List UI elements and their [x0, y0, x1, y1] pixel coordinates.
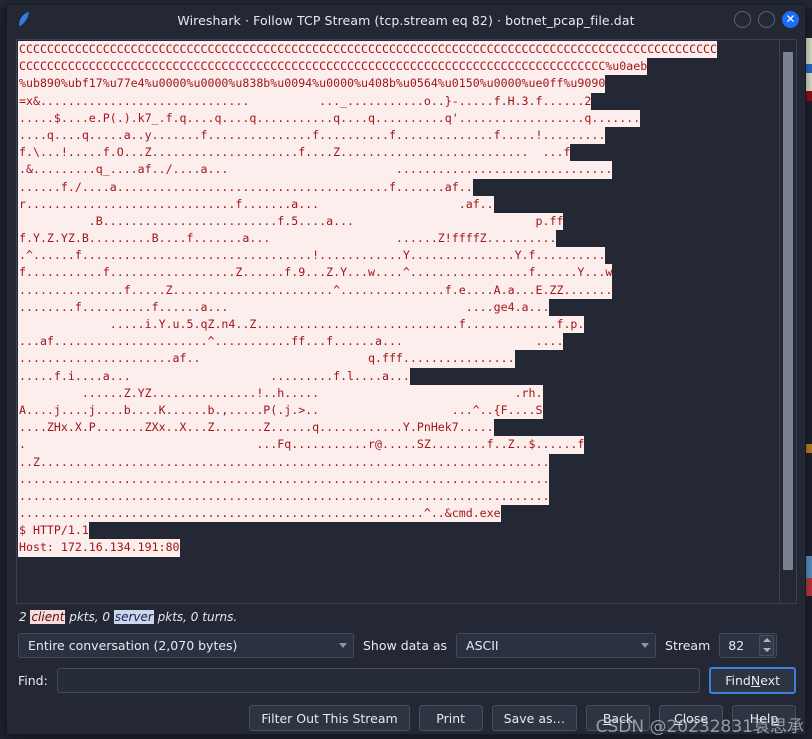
stream-line: ......f./....a..........................…	[18, 178, 473, 196]
scrollbar-thumb[interactable]	[783, 52, 793, 570]
back-accel: B	[602, 710, 612, 726]
close-accel: C	[673, 710, 683, 726]
show-data-as-select[interactable]: ASCII	[456, 632, 657, 658]
conversation-select-value: Entire conversation (2,070 bytes)	[28, 637, 238, 653]
save-as-button[interactable]: Save as…	[491, 705, 577, 731]
stream-line: %ub890%ubf17%u77e4%u0000%u0000%u838b%u00…	[18, 75, 606, 93]
stream-text-area[interactable]: CCCCCCCCCCCCCCCCCCCCCCCCCCCCCCCCCCCCCCCC…	[17, 40, 779, 603]
stream-line: . ...Fq...........r@.....SZ........f..Z.…	[18, 436, 585, 454]
stream-line: .^......f...............................…	[18, 247, 606, 265]
stream-line: ...af......................^...........f…	[18, 333, 564, 351]
stream-line: ........................................…	[18, 505, 501, 523]
minimize-button[interactable]	[734, 11, 751, 28]
help-label-pre: Hel	[749, 710, 771, 726]
stream-line: A....j....j....b....K......b.,.....P(.j.…	[18, 401, 543, 420]
status-client-badge: client	[30, 610, 66, 624]
stream-line: ........................................…	[18, 487, 550, 506]
help-accel: p	[770, 710, 779, 726]
stream-controls-row: Entire conversation (2,070 bytes) Show d…	[18, 632, 796, 658]
show-data-as-label: Show data as	[363, 637, 448, 653]
find-next-label-post: ext	[760, 672, 780, 688]
dialog-title: Wireshark · Follow TCP Stream (tcp.strea…	[177, 12, 635, 28]
stream-line: .&.........q_....af../....a... .........…	[18, 161, 613, 179]
stepper-arrows[interactable]	[759, 634, 775, 656]
stream-line: $ HTTP/1.1	[18, 522, 89, 540]
packet-count-status: 2 client pkts, 0 server pkts, 0 turns.	[19, 609, 805, 626]
chevron-down-icon	[641, 642, 650, 648]
stream-vertical-scrollbar[interactable]	[779, 40, 796, 603]
find-next-button[interactable]: Find Next	[709, 666, 796, 694]
stream-line: CCCCCCCCCCCCCCCCCCCCCCCCCCCCCCCCCCCCCCCC…	[18, 41, 718, 59]
dialog-button-row: Filter Out This Stream Print Save as… Ba…	[7, 703, 796, 733]
stream-line: .....f.i....a... .........f.l....a...	[18, 367, 410, 385]
show-data-as-value: ASCII	[466, 637, 499, 653]
maximize-button[interactable]	[758, 11, 775, 28]
stream-line: .....i.Y.u.5.qZ.n4..Z...................…	[18, 316, 585, 334]
stream-content-panel: CCCCCCCCCCCCCCCCCCCCCCCCCCCCCCCCCCCCCCCC…	[16, 39, 797, 604]
stream-line: ........................................…	[18, 470, 550, 488]
stream-line: .....$....e.P(.).k7_.f.q....q....q......…	[18, 109, 641, 127]
help-button[interactable]: Hel p	[732, 705, 796, 731]
find-input[interactable]	[56, 667, 701, 693]
chevron-down-icon	[339, 642, 347, 648]
dialog-titlebar[interactable]: Wireshark · Follow TCP Stream (tcp.strea…	[7, 5, 805, 35]
find-next-label-pre: Find	[725, 672, 751, 688]
stream-line: .B.........................f.5....a... p…	[18, 212, 564, 231]
stream-line: ..Z.....................................…	[18, 453, 550, 471]
window-controls: ✕	[734, 11, 799, 28]
status-mid: pkts, 0	[65, 610, 114, 624]
stream-line: CCCCCCCCCCCCCCCCCCCCCCCCCCCCCCCCCCCCCCCC…	[18, 58, 648, 76]
status-prefix: 2	[19, 610, 31, 624]
chevron-down-icon[interactable]	[762, 647, 771, 652]
close-button[interactable]: Close	[659, 705, 723, 731]
stream-line: f.Y.Z.YZ.B.........B....f.......a... ...…	[18, 230, 557, 248]
stream-line: r..............................f.......a…	[18, 195, 494, 213]
stream-line: =x&.............................. ..._..…	[18, 92, 592, 110]
conversation-select[interactable]: Entire conversation (2,070 bytes)	[18, 632, 354, 658]
back-button[interactable]: Back	[586, 705, 650, 731]
status-server-badge: server	[113, 610, 154, 624]
stream-line: Host: 172.16.134.191:80	[18, 539, 180, 557]
stream-label: Stream	[665, 637, 711, 653]
close-label-post: lose	[682, 710, 709, 726]
stream-line: f...........f..................Z......f.…	[18, 264, 613, 282]
stream-line: ...............f.....Z..................…	[18, 281, 613, 299]
stream-line: ......Z.YZ...............!..h..... .rh.	[18, 384, 543, 402]
back-label-post: ack	[611, 710, 634, 726]
stream-line: f.\...!.....f.O...Z.....................…	[18, 144, 571, 162]
find-next-accel: N	[750, 672, 761, 688]
stream-line: ....ZHx.X.P.......ZXx..X...Z.......Z....…	[18, 419, 494, 437]
stream-number-stepper[interactable]: 82	[719, 632, 778, 658]
stream-line: ....q....q.....a..y.......f.............…	[18, 126, 606, 145]
stream-number-value: 82	[728, 637, 745, 653]
status-suffix: pkts, 0 turns.	[153, 610, 238, 624]
find-row: Find: Find Next	[18, 666, 796, 694]
filter-out-this-stream-button[interactable]: Filter Out This Stream	[249, 705, 410, 731]
stream-line: ......................af.. q.fff........…	[18, 350, 515, 368]
follow-tcp-stream-dialog: Wireshark · Follow TCP Stream (tcp.strea…	[6, 4, 806, 735]
chevron-up-icon[interactable]	[762, 638, 771, 643]
close-icon[interactable]: ✕	[782, 11, 799, 28]
find-label: Find:	[18, 672, 48, 688]
print-button[interactable]: Print	[418, 705, 483, 731]
wireshark-shark-fin-icon	[15, 10, 35, 30]
stream-line: ........f..........f......a... ....ge4.a…	[18, 298, 550, 316]
